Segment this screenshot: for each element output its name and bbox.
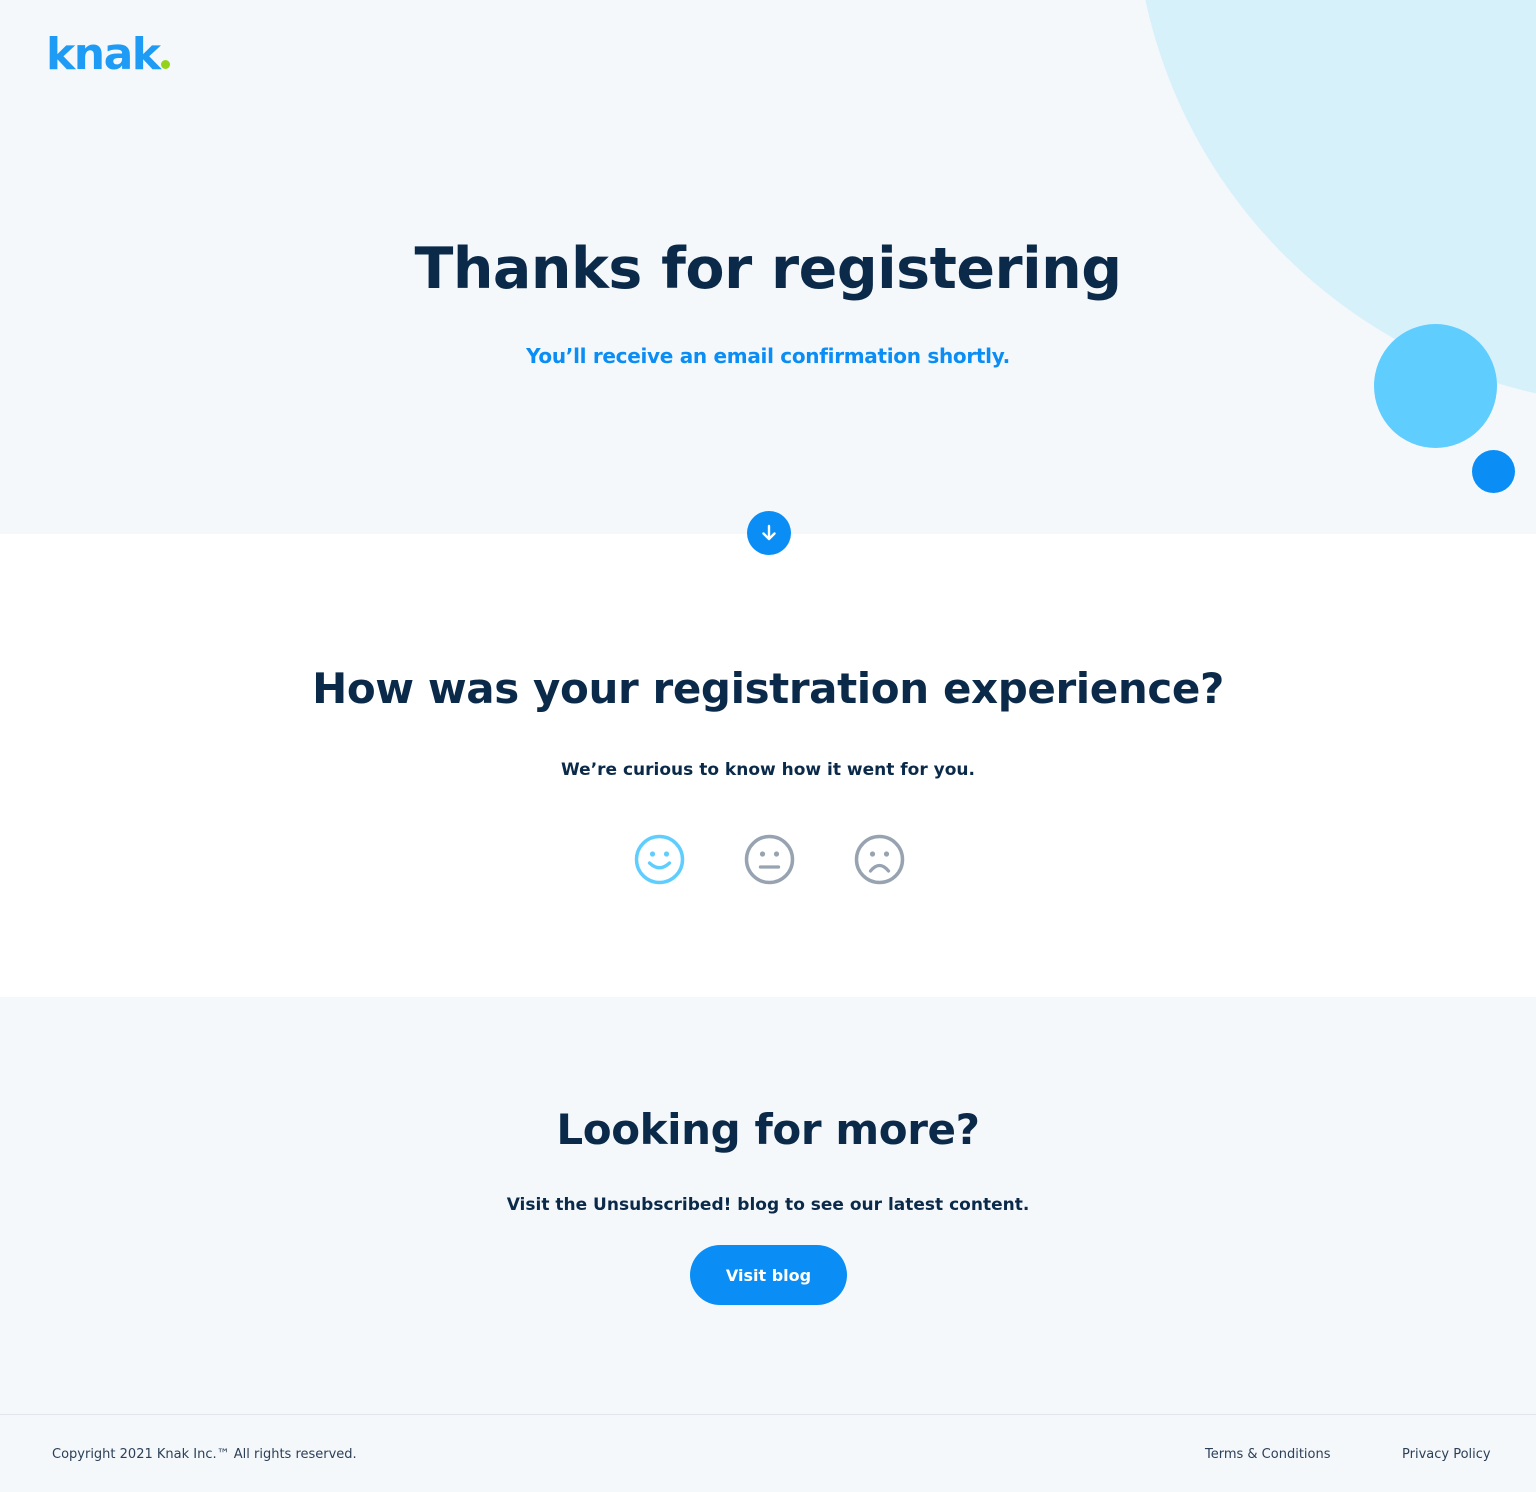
decorative-medium-circle [1374, 324, 1497, 448]
privacy-link[interactable]: Privacy Policy [1402, 1447, 1491, 1462]
confirmation-message: You’ll receive an email confirmation sho… [526, 344, 1010, 368]
page-title: Thanks for registering [414, 236, 1122, 302]
terms-link[interactable]: Terms & Conditions [1205, 1447, 1331, 1462]
copyright-text: Copyright 2021 Knak Inc.™ All rights res… [52, 1447, 357, 1462]
knak-logo[interactable]: knak [46, 30, 170, 80]
arrow-down-icon [762, 524, 776, 541]
decorative-small-circle [1472, 450, 1515, 493]
scroll-down-button[interactable] [747, 511, 791, 555]
hero-section: knak Thanks for registering You’ll recei… [0, 0, 1536, 534]
smiley-neutral-icon[interactable] [744, 834, 795, 885]
logo-text: knak [46, 29, 161, 80]
visit-blog-button[interactable]: Visit blog [690, 1245, 847, 1305]
feedback-title: How was your registration experience? [312, 664, 1224, 713]
logo-dot-icon [160, 60, 170, 69]
more-subtitle: Visit the Unsubscribed! blog to see our … [506, 1195, 1030, 1215]
smiley-happy-icon[interactable] [634, 834, 685, 885]
rating-options [634, 834, 905, 885]
more-section: Looking for more? Visit the Unsubscribed… [0, 997, 1536, 1414]
more-title: Looking for more? [556, 1105, 980, 1154]
footer: Copyright 2021 Knak Inc.™ All rights res… [0, 1414, 1536, 1492]
feedback-subtitle: We’re curious to know how it went for yo… [561, 760, 975, 780]
smiley-sad-icon[interactable] [854, 834, 905, 885]
feedback-section: How was your registration experience? We… [0, 534, 1536, 997]
